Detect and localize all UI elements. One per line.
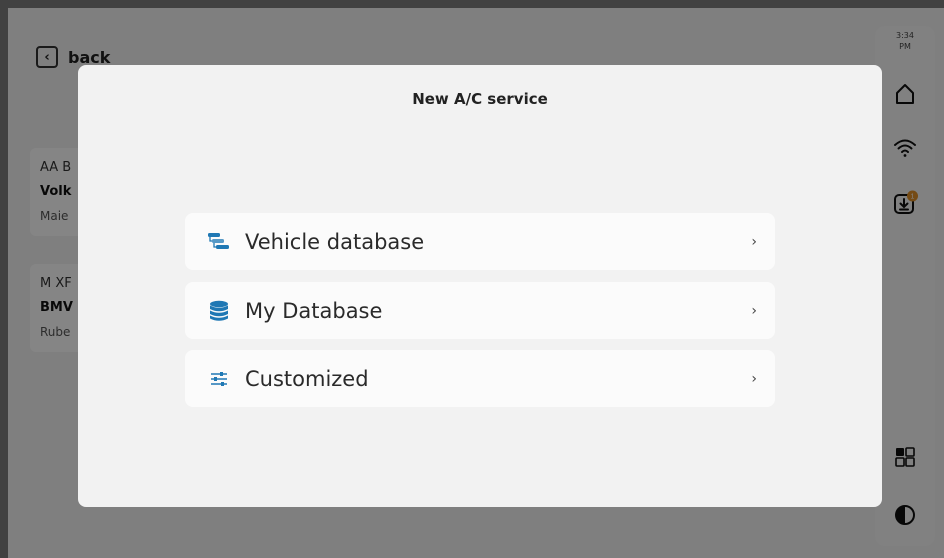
dialog-title: New A/C service [412,90,548,108]
option-my-database[interactable]: My Database › [185,282,775,339]
chevron-right-icon: › [751,302,757,319]
option-label: My Database [245,298,383,323]
sliders-icon [207,367,231,391]
database-icon [207,299,231,323]
chevron-right-icon: › [751,233,757,250]
option-label: Customized [245,366,369,391]
vehicle-database-icon [207,230,231,254]
option-label: Vehicle database [245,229,425,254]
screen: ‹ back AA B Volk Maie M XF BMV Rube 3:34… [0,0,944,558]
chevron-right-icon: › [751,370,757,387]
option-customized[interactable]: Customized › [185,350,775,407]
option-vehicle-database[interactable]: Vehicle database › [185,213,775,270]
new-service-dialog: New A/C service Vehicle database › My Da… [78,65,882,507]
